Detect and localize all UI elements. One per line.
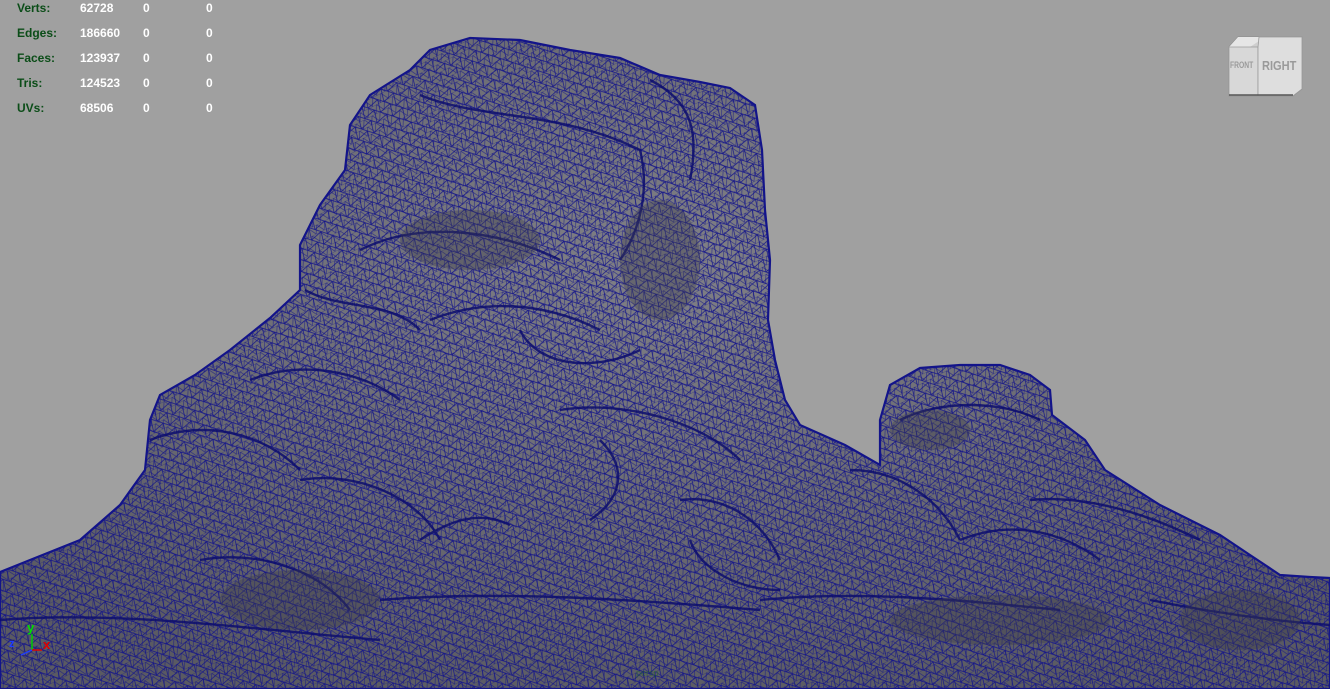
hud-row-uvs: UVs: 68506 0 0: [17, 101, 226, 126]
view-cube[interactable]: FRONT RIGHT: [1226, 33, 1304, 99]
axis-x-label: x: [43, 637, 51, 652]
hud-row-verts: Verts: 62728 0 0: [17, 1, 226, 26]
hud-label: Edges:: [17, 26, 58, 40]
rock-mesh[interactable]: [0, 36, 1330, 689]
hud-value: 0: [143, 76, 150, 90]
hud-value: 123937: [80, 51, 121, 65]
hud-value: 68506: [80, 101, 114, 115]
hud-value: 0: [143, 101, 150, 115]
maya-perspective-viewport[interactable]: Verts: 62728 0 0 Edges: 186660 0 0 Faces…: [0, 0, 1330, 689]
axis-orientation-gizmo: y x z: [8, 620, 52, 664]
hud-value: 0: [206, 1, 213, 15]
hud-label: Faces:: [17, 51, 56, 65]
view-cube-front-face[interactable]: FRONT: [1230, 60, 1253, 70]
hud-value: 0: [206, 101, 213, 115]
hud-value: 0: [143, 51, 150, 65]
view-cube-right-face[interactable]: RIGHT: [1262, 58, 1296, 73]
hud-row-faces: Faces: 123937 0 0: [17, 51, 226, 76]
hud-value: 0: [206, 26, 213, 40]
hud-value: 186660: [80, 26, 121, 40]
hud-label: UVs:: [17, 101, 45, 115]
hud-value: 62728: [80, 1, 114, 15]
hud-value: 0: [143, 26, 150, 40]
hud-value: 0: [206, 51, 213, 65]
hud-row-edges: Edges: 186660 0 0: [17, 26, 226, 51]
hud-row-tris: Tris: 124523 0 0: [17, 76, 226, 101]
hud-label: Tris:: [17, 76, 43, 90]
axis-z-label: z: [9, 638, 15, 650]
axis-y-label: y: [27, 620, 35, 635]
poly-count-hud: Verts: 62728 0 0 Edges: 186660 0 0 Faces…: [17, 1, 226, 126]
camera-name-label: persp: [636, 668, 659, 678]
hud-value: 124523: [80, 76, 121, 90]
hud-value: 0: [206, 76, 213, 90]
hud-label: Verts:: [17, 1, 51, 15]
hud-value: 0: [143, 1, 150, 15]
